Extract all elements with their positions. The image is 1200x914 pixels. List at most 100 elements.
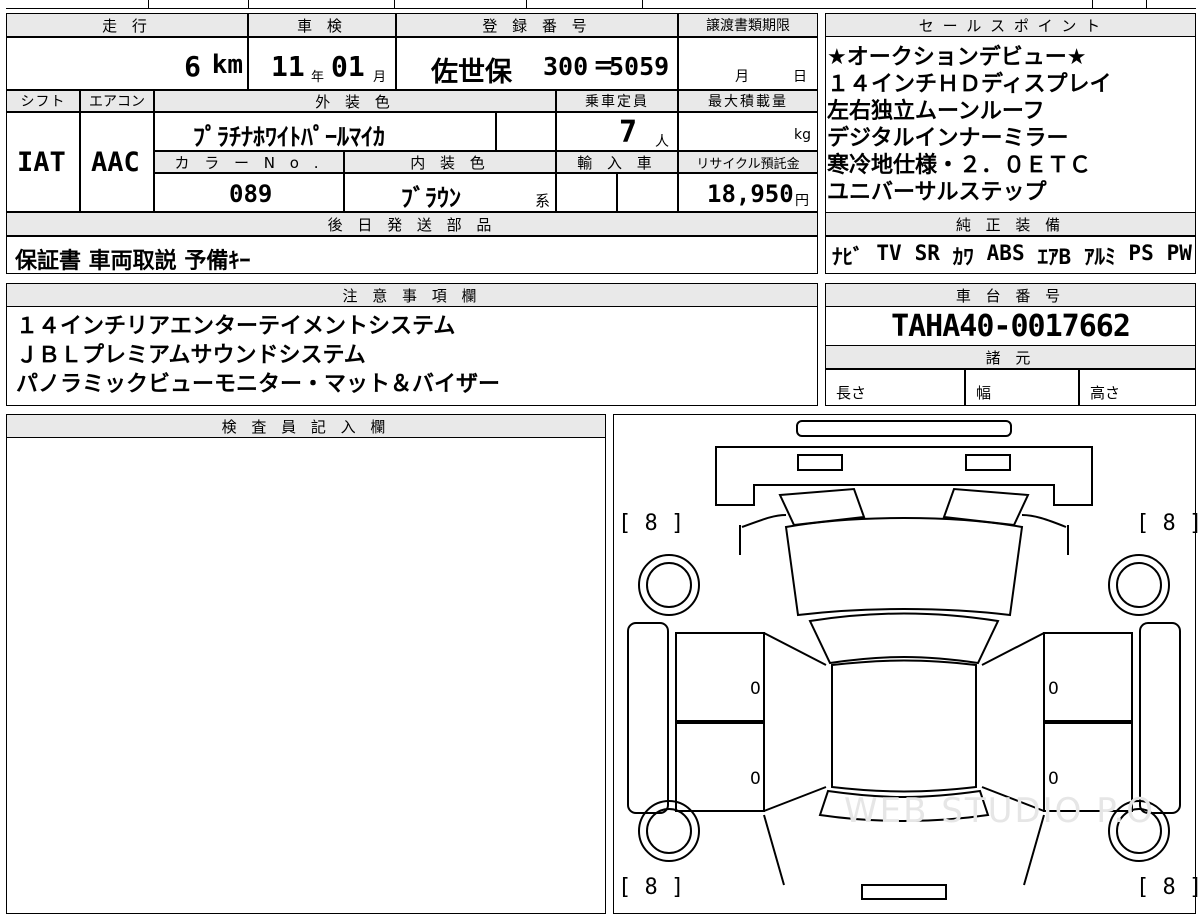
door-front-right bbox=[1043, 632, 1133, 722]
note-line: １４インチリアエンターテイメントシステム bbox=[16, 314, 456, 339]
recycle-fee-value: 18,950 bbox=[707, 180, 794, 208]
transfer-deadline-header: 譲渡書類期限 bbox=[678, 13, 818, 37]
registration-cell: 佐世保 300 = 5059 bbox=[396, 37, 678, 90]
shift-cell: IAT bbox=[6, 112, 80, 212]
door-rear-left bbox=[675, 722, 765, 812]
sales-point-item: 寒冷地仕様・２．０ＥＴＣ bbox=[827, 153, 1092, 178]
car-damage-diagram: WEB STUDIO P.O [ 8 ] [ 8 ] [ 8 ] [ 8 ] 0… bbox=[613, 414, 1200, 914]
notes-list: １４インチリアエンターテイメントシステム ＪＢＬプレミアムサウンドシステム パノ… bbox=[16, 312, 806, 399]
note-line: ＪＢＬプレミアムサウンドシステム bbox=[16, 343, 366, 368]
side-skirt-left bbox=[627, 622, 669, 814]
watermark: WEB STUDIO P.O bbox=[844, 791, 1156, 831]
inspection-header: 車 検 bbox=[248, 13, 396, 37]
interior-color-cell: ﾌﾞﾗｳﾝ 系 bbox=[344, 173, 556, 212]
registration-number: 5059 bbox=[609, 52, 670, 81]
transfer-month-unit: 月 bbox=[735, 69, 749, 85]
registration-header: 登 録 番 号 bbox=[396, 13, 678, 37]
equipment-item: ｴｱB bbox=[1037, 245, 1072, 269]
note-line: パノラミックビューモニター・マット＆バイザー bbox=[16, 372, 501, 397]
front-bumper-top bbox=[796, 420, 1012, 437]
interior-color-header: 内 装 色 bbox=[344, 151, 556, 173]
spec-height-cell: 高さ bbox=[1079, 369, 1196, 406]
import-cell-b bbox=[617, 173, 678, 212]
exterior-color-cell: ﾌﾟﾗﾁﾅﾎﾜｲﾄﾊﾟｰﾙﾏｲｶ bbox=[154, 112, 496, 151]
sales-point-item: １４インチＨＤディスプレイ bbox=[827, 72, 1112, 97]
equipment-item: ﾅﾋﾞ bbox=[832, 245, 864, 269]
door-rear-right-score: 0 bbox=[1048, 769, 1059, 789]
equipment-item: SR bbox=[914, 241, 940, 265]
max-load-header: 最大積載量 bbox=[678, 90, 818, 112]
later-parts-value: 保証書 車両取説 予備ｷｰ bbox=[15, 249, 251, 274]
roof bbox=[831, 659, 977, 793]
later-parts-cell: 保証書 車両取説 予備ｷｰ bbox=[6, 236, 818, 274]
side-skirt-right bbox=[1139, 622, 1181, 814]
sales-point-item: デジタルインナーミラー bbox=[827, 126, 1069, 151]
spec-length-cell: 長さ bbox=[825, 369, 965, 406]
equipment-item: PS bbox=[1128, 241, 1154, 265]
inspection-cell: 11 年 01 月 bbox=[248, 37, 396, 90]
recycle-cell: 18,950 円 bbox=[678, 173, 818, 212]
hood bbox=[784, 517, 1024, 617]
door-right-links bbox=[981, 632, 1045, 812]
sales-point-item: ★オークションデビュー★ bbox=[827, 45, 1087, 70]
exterior-color-header: 外 装 色 bbox=[154, 90, 556, 112]
inspector-header: 検 査 員 記 入 欄 bbox=[6, 414, 606, 438]
aircon-value: AAC bbox=[91, 147, 140, 178]
interior-color-value: ﾌﾞﾗｳﾝ bbox=[401, 184, 461, 212]
spec-height-label: 高さ bbox=[1090, 384, 1121, 402]
capacity-value: 7 bbox=[619, 115, 638, 150]
door-front-right-score: 0 bbox=[1048, 679, 1059, 699]
registration-class: 300 bbox=[543, 52, 589, 81]
sales-point-item: 左右独立ムーンルーフ bbox=[827, 99, 1045, 124]
chassis-number: TAHA40-0017662 bbox=[891, 308, 1131, 344]
tire-front-right: [ 8 ] bbox=[1136, 511, 1200, 536]
equipment-item: PW bbox=[1166, 241, 1192, 265]
import-header: 輸 入 車 bbox=[556, 151, 678, 173]
tire-rear-right: [ 8 ] bbox=[1136, 875, 1200, 900]
transfer-deadline-cell: 月 日 bbox=[678, 37, 818, 90]
headlight-left bbox=[797, 454, 843, 471]
shift-header: シフト bbox=[6, 90, 80, 112]
door-front-left bbox=[675, 632, 765, 722]
capacity-header: 乗車定員 bbox=[556, 90, 678, 112]
aircon-cell: AAC bbox=[80, 112, 154, 212]
equipment-item: TV bbox=[876, 241, 902, 265]
mileage-header: 走 行 bbox=[6, 13, 248, 37]
aircon-header: エアコン bbox=[80, 90, 154, 112]
genuine-equipment-list: ﾅﾋﾞ TV SR ｶﾜ ABS ｴｱB ｱﾙﾐ PS PW bbox=[832, 241, 1192, 271]
max-load-unit: kg bbox=[794, 127, 811, 143]
spec-width-cell: 幅 bbox=[965, 369, 1079, 406]
equipment-item: ｶﾜ bbox=[952, 245, 974, 269]
windshield bbox=[808, 612, 1000, 665]
equipment-item: ｱﾙﾐ bbox=[1084, 245, 1116, 269]
max-load-cell: kg bbox=[678, 112, 818, 151]
inspector-panel bbox=[6, 414, 606, 914]
equipment-item: ABS bbox=[986, 241, 1025, 265]
mileage-unit: km bbox=[211, 50, 243, 80]
inspection-month-unit: 月 bbox=[373, 70, 387, 85]
door-front-left-score: 0 bbox=[750, 679, 761, 699]
sales-points-list: ★オークションデビュー★ １４インチＨＤディスプレイ 左右独立ムーンルーフ デジ… bbox=[827, 44, 1194, 210]
inspection-year-unit: 年 bbox=[311, 70, 325, 85]
transfer-day-unit: 日 bbox=[793, 69, 807, 85]
door-left-links bbox=[763, 632, 827, 812]
car-outline bbox=[627, 420, 1181, 900]
mileage-cell: 6 km bbox=[6, 37, 248, 90]
recycle-fee-unit: 円 bbox=[795, 193, 809, 209]
notes-header: 注 意 事 項 欄 bbox=[6, 283, 818, 307]
shift-value: IAT bbox=[17, 147, 66, 178]
chassis-header: 車 台 番 号 bbox=[825, 283, 1196, 307]
mileage-value: 6 bbox=[184, 50, 201, 83]
import-cell-a bbox=[556, 173, 617, 212]
specs-header: 諸 元 bbox=[825, 345, 1196, 369]
capacity-unit: 人 bbox=[655, 134, 669, 150]
spec-length-label: 長さ bbox=[836, 384, 867, 402]
spec-width-label: 幅 bbox=[976, 384, 992, 402]
tire-rear-left: [ 8 ] bbox=[618, 875, 685, 900]
inspection-year: 11 bbox=[271, 50, 305, 83]
sales-point-item: ユニバーサルステップ bbox=[827, 180, 1047, 205]
genuine-equipment-header: 純 正 装 備 bbox=[825, 212, 1196, 236]
headlight-right bbox=[965, 454, 1011, 471]
recycle-header: リサイクル預託金 bbox=[678, 151, 818, 173]
tire-front-left: [ 8 ] bbox=[618, 511, 685, 536]
